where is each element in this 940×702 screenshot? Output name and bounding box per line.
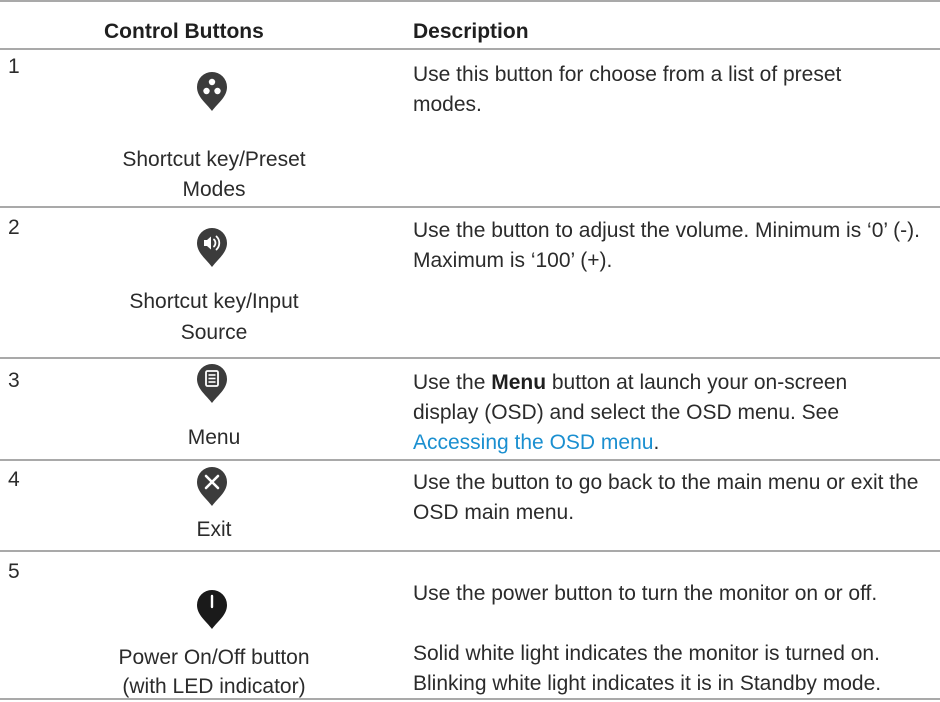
accessing-osd-menu-link[interactable]: Accessing the OSD menu: [413, 431, 653, 454]
menu-icon: [197, 364, 227, 403]
row-2-caption-line1: Shortcut key/Input: [129, 290, 299, 313]
row-1-caption-line2: Modes: [182, 178, 246, 201]
row-4-description: Use the button to go back to the main me…: [413, 471, 919, 524]
row-5-number: 5: [8, 560, 20, 583]
power-icon: [197, 590, 227, 629]
header-control-buttons: Control Buttons: [104, 20, 264, 43]
volume-icon: [197, 228, 227, 267]
row-2-description: Use the button to adjust the volume. Min…: [413, 219, 920, 272]
header-description: Description: [413, 20, 529, 43]
control-buttons-table: Control Buttons Description 1 Shortcut k…: [0, 0, 940, 700]
row-4-rule: [0, 550, 940, 552]
row-3-number: 3: [8, 369, 20, 392]
row-3-description-bold: Menu: [491, 371, 547, 394]
row-3-description-post: .: [653, 431, 660, 454]
row-2-number: 2: [8, 216, 20, 239]
exit-icon: [197, 467, 227, 506]
row-1-caption-line1: Shortcut key/Preset: [122, 148, 306, 171]
row-1-rule: [0, 206, 940, 208]
row-2-rule: [0, 357, 940, 359]
row-5-caption-line1: Power On/Off button: [118, 646, 310, 669]
row-4-number: 4: [8, 468, 20, 491]
row-1-description: Use this button for choose from a list o…: [413, 63, 842, 116]
row-5-description-led: Solid white light indicates the monitor …: [413, 642, 882, 695]
row-3-description: Use the Menu button at launch your on-sc…: [413, 368, 913, 458]
row-1-number: 1: [8, 55, 20, 78]
row-3-caption: Menu: [187, 426, 241, 449]
row-4-caption: Exit: [196, 518, 232, 541]
table-top-rule: [0, 0, 940, 2]
header-rule: [0, 48, 940, 50]
row-3-description-pre: Use the: [413, 371, 492, 394]
row-2-caption-line2: Source: [180, 321, 248, 344]
row-5-description: Use the power button to turn the monitor…: [413, 582, 878, 605]
row-3-rule: [0, 459, 940, 461]
preset-modes-icon: [197, 72, 227, 111]
